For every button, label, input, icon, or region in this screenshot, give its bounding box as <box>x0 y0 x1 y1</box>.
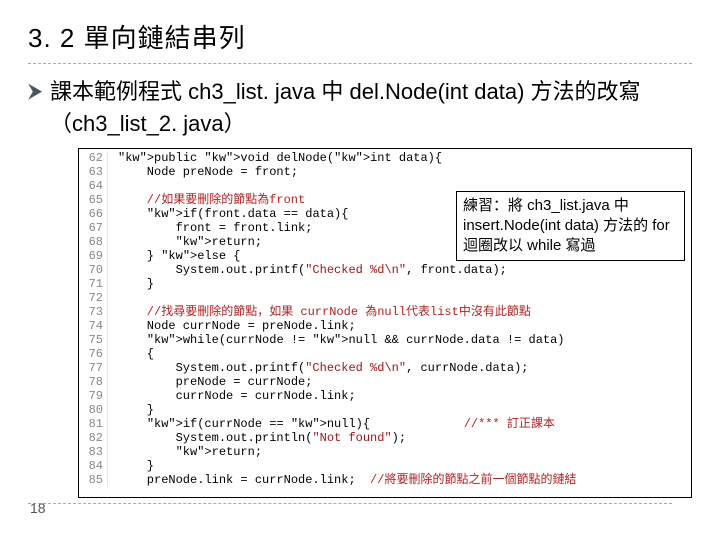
practice-callout: 練習：將 ch3_list.java 中 insert.Node(int dat… <box>456 191 685 261</box>
section-title: 3. 2 單向鏈結串列 <box>28 18 692 64</box>
line-numbers: 6263646566676869707172737475767778798081… <box>79 151 108 487</box>
body-text: 課本範例程式 ch3_list. java 中 del.Node(int dat… <box>50 76 692 140</box>
footer-divider <box>28 503 672 504</box>
code-screenshot: 6263646566676869707172737475767778798081… <box>78 148 692 498</box>
bullet-marker: ⮞ <box>28 76 50 106</box>
page-number: 18 <box>30 500 46 516</box>
